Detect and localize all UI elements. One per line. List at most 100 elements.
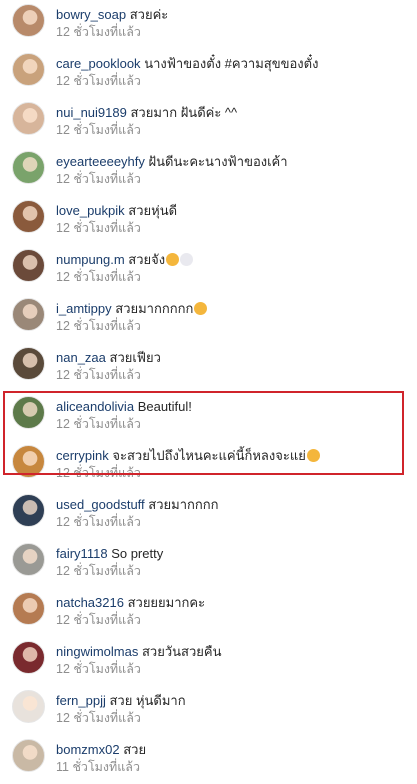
avatar-photo (13, 103, 44, 134)
avatar-photo (13, 544, 44, 575)
comment-text-line: bowry_soap สวยค่ะ (56, 7, 407, 23)
comment-username[interactable]: care_pooklook (56, 56, 141, 71)
avatar-photo (13, 642, 44, 673)
smile-hearts-icon (194, 302, 208, 315)
comment-row: fern_ppjj สวย หุ่นดีมาก 12 ชั่วโมงที่แล้ว (0, 686, 417, 735)
avatar[interactable] (12, 396, 45, 429)
comment-text-line: used_goodstuff สวยมากกกก (56, 497, 407, 513)
comment-username[interactable]: love_pukpik (56, 203, 125, 218)
comment-username[interactable]: numpung.m (56, 252, 125, 267)
avatar[interactable] (12, 102, 45, 135)
comment-body: สวยเฟียว (109, 350, 161, 365)
avatar[interactable] (12, 641, 45, 674)
comment-row: eyearteeeeyhfy ฝันดีนะคะนางฟ้าของเค้า 12 … (0, 147, 417, 196)
avatar-photo (13, 5, 44, 36)
comment-timestamp: 12 ชั่วโมงที่แล้ว (56, 123, 141, 137)
comment-timestamp: 12 ชั่วโมงที่แล้ว (56, 368, 141, 382)
comment-row: natcha3216 สวยยยมากคะ 12 ชั่วโมงที่แล้ว (0, 588, 417, 637)
avatar-photo (13, 740, 44, 771)
comment-body: สวยวันสวยคืน (142, 644, 222, 659)
avatar-photo (13, 397, 44, 428)
comment-timestamp: 12 ชั่วโมงที่แล้ว (56, 466, 141, 480)
avatar-photo (13, 691, 44, 722)
comment-text-line: fairy1118 So pretty (56, 546, 407, 562)
comment-username[interactable]: i_amtippy (56, 301, 112, 316)
comment-row: numpung.m สวยจัง 12 ชั่วโมงที่แล้ว (0, 245, 417, 294)
comment-row: nui_nui9189 สวยมาก ฝันดีค่ะ ^^ 12 ชั่วโมง… (0, 98, 417, 147)
comment-username[interactable]: nui_nui9189 (56, 105, 127, 120)
comment-body: จะสวยไปถึงไหนคะแค่นี้ก็หลงจะแย่ (112, 448, 306, 463)
avatar[interactable] (12, 4, 45, 37)
avatar[interactable] (12, 53, 45, 86)
comment-username[interactable]: eyearteeeeyhfy (56, 154, 145, 169)
smile-hearts-icon (166, 253, 180, 266)
comment-row: love_pukpik สวยหุ่นดี 12 ชั่วโมงที่แล้ว (0, 196, 417, 245)
comment-username[interactable]: fern_ppjj (56, 693, 106, 708)
smile-hearts-icon (306, 449, 320, 462)
comment-text-line: nan_zaa สวยเฟียว (56, 350, 407, 366)
comment-timestamp: 12 ชั่วโมงที่แล้ว (56, 25, 141, 39)
avatar[interactable] (12, 445, 45, 478)
comment-body: สวยค่ะ (129, 7, 169, 22)
avatar-photo (13, 54, 44, 85)
comment-timestamp: 12 ชั่วโมงที่แล้ว (56, 613, 141, 627)
comment-body: สวยยยมากคะ (127, 595, 206, 610)
comment-body: สวยจัง (128, 252, 166, 267)
comment-username[interactable]: nan_zaa (56, 350, 106, 365)
comment-text-line: eyearteeeeyhfy ฝันดีนะคะนางฟ้าของเค้า (56, 154, 407, 170)
comment-timestamp: 12 ชั่วโมงที่แล้ว (56, 221, 141, 235)
comment-timestamp: 12 ชั่วโมงที่แล้ว (56, 172, 141, 186)
comment-timestamp: 12 ชั่วโมงที่แล้ว (56, 417, 141, 431)
avatar-photo (13, 446, 44, 477)
comment-body: สวยมากกกกก (115, 301, 194, 316)
avatar[interactable] (12, 298, 45, 331)
avatar[interactable] (12, 690, 45, 723)
avatar[interactable] (12, 347, 45, 380)
comment-timestamp: 12 ชั่วโมงที่แล้ว (56, 515, 141, 529)
comment-text-line: aliceandolivia Beautiful! (56, 399, 407, 415)
comment-body: นางฟ้าของตั๋ง #ความสุขของตั๋ง (144, 56, 319, 71)
comment-row: care_pooklook นางฟ้าของตั๋ง #ความสุขของต… (0, 49, 417, 98)
comment-body: ฝันดีนะคะนางฟ้าของเค้า (148, 154, 288, 169)
cat-icon (180, 253, 194, 266)
comment-timestamp: 11 ชั่วโมงที่แล้ว (56, 760, 140, 774)
avatar[interactable] (12, 494, 45, 527)
avatar[interactable] (12, 543, 45, 576)
avatar[interactable] (12, 200, 45, 233)
comment-text-line: i_amtippy สวยมากกกกก (56, 301, 407, 317)
comment-username[interactable]: bomzmx02 (56, 742, 120, 757)
comment-text-line: fern_ppjj สวย หุ่นดีมาก (56, 693, 407, 709)
comment-username[interactable]: bowry_soap (56, 7, 126, 22)
comment-timestamp: 12 ชั่วโมงที่แล้ว (56, 270, 141, 284)
comment-body: สวยหุ่นดี (128, 203, 178, 218)
avatar[interactable] (12, 592, 45, 625)
comment-body: สวย หุ่นดีมาก (109, 693, 186, 708)
comment-body: So pretty (111, 546, 164, 561)
comments-list: bowry_soap สวยค่ะ 12 ชั่วโมงที่แล้ว care_p… (0, 0, 417, 784)
avatar[interactable] (12, 151, 45, 184)
comment-body: สวยมากกกก (148, 497, 219, 512)
comment-username[interactable]: fairy1118 (56, 546, 108, 561)
avatar-photo (13, 152, 44, 183)
comment-username[interactable]: used_goodstuff (56, 497, 145, 512)
avatar-photo (13, 593, 44, 624)
comment-username[interactable]: aliceandolivia (56, 399, 134, 414)
comment-body: สวย (123, 742, 147, 757)
comment-timestamp: 12 ชั่วโมงที่แล้ว (56, 662, 141, 676)
comment-text-line: cerrypink จะสวยไปถึงไหนคะแค่นี้ก็หลงจะแย… (56, 448, 407, 464)
comment-username[interactable]: cerrypink (56, 448, 109, 463)
comment-timestamp: 12 ชั่วโมงที่แล้ว (56, 74, 141, 88)
avatar-photo (13, 495, 44, 526)
comment-row: i_amtippy สวยมากกกกก 12 ชั่วโมงที่แล้ว (0, 294, 417, 343)
comment-username[interactable]: ningwimolmas (56, 644, 138, 659)
comment-username[interactable]: natcha3216 (56, 595, 124, 610)
avatar[interactable] (12, 249, 45, 282)
comment-text-line: bomzmx02 สวย (56, 742, 407, 758)
comment-body: Beautiful! (137, 399, 192, 414)
avatar[interactable] (12, 739, 45, 772)
avatar-photo (13, 250, 44, 281)
comment-row: used_goodstuff สวยมากกกก 12 ชั่วโมงที่แล้… (0, 490, 417, 539)
comment-text-line: numpung.m สวยจัง (56, 252, 407, 268)
avatar-photo (13, 201, 44, 232)
comment-timestamp: 12 ชั่วโมงที่แล้ว (56, 564, 141, 578)
